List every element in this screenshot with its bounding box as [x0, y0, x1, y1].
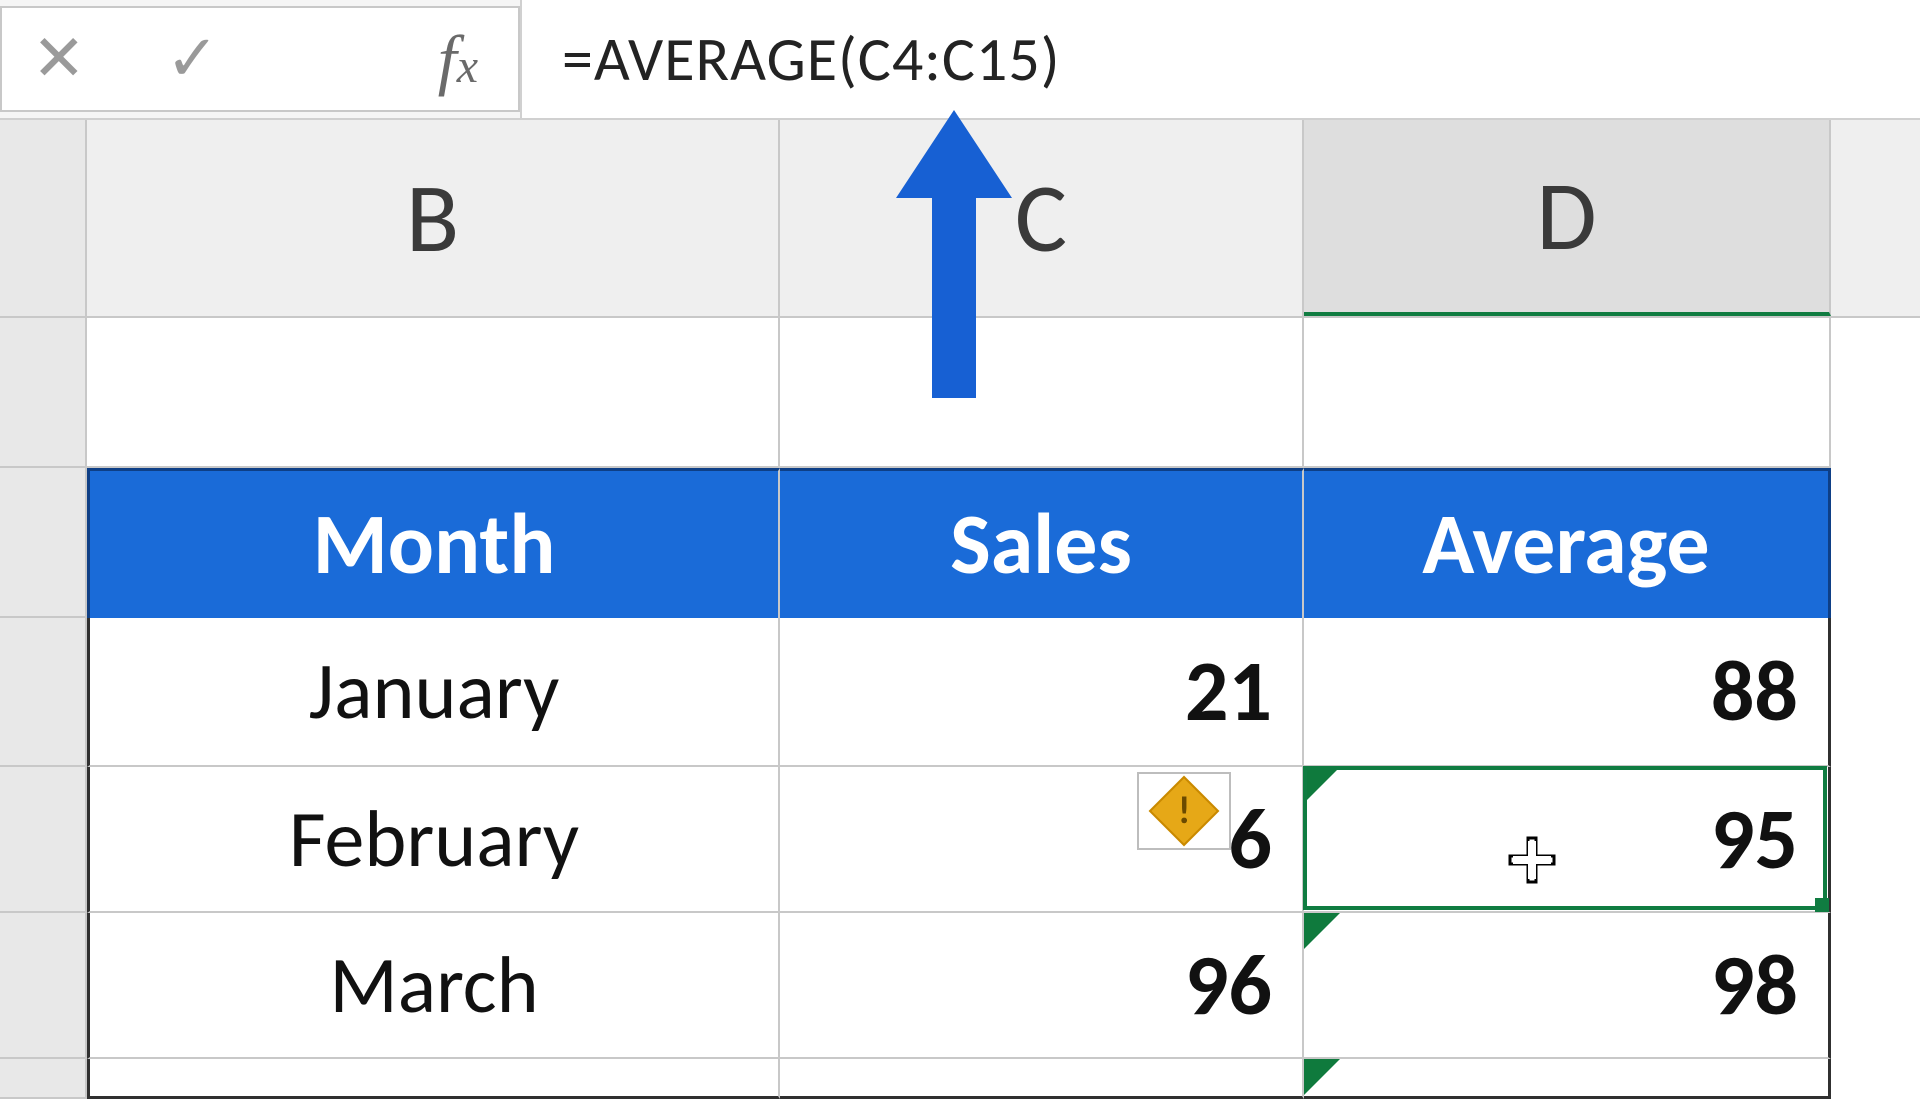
header-month[interactable]: Month	[87, 468, 780, 618]
table-row	[0, 1059, 1920, 1099]
table-row: March 96 98	[0, 913, 1920, 1059]
cell[interactable]	[1304, 1059, 1831, 1099]
cell-month[interactable]: March	[87, 913, 780, 1059]
select-all-corner[interactable]	[0, 120, 87, 316]
cell[interactable]	[780, 1059, 1304, 1099]
row-header[interactable]	[0, 618, 87, 767]
name-box[interactable]: ✕ ✓ fx	[0, 6, 520, 112]
table-row: February 6 95	[0, 767, 1920, 913]
cell-month[interactable]: February	[87, 767, 780, 913]
header-sales[interactable]: Sales	[780, 468, 1304, 618]
cell[interactable]	[780, 318, 1304, 468]
row-header[interactable]	[0, 767, 87, 913]
row-header[interactable]	[0, 1059, 87, 1099]
formula-input[interactable]: =AVERAGE(C4:C15)	[520, 0, 1920, 118]
cell[interactable]	[87, 1059, 780, 1099]
cell-month[interactable]: January	[87, 618, 780, 767]
column-header-C[interactable]: C	[780, 120, 1304, 316]
cell-sales[interactable]: 21	[780, 618, 1304, 767]
cell[interactable]	[87, 318, 780, 468]
table-row: January 21 88	[0, 618, 1920, 767]
column-header-D[interactable]: D	[1304, 120, 1831, 316]
table-header-row: Month Sales Average	[0, 468, 1920, 618]
cell[interactable]	[1304, 318, 1831, 468]
formula-bar: ✕ ✓ fx =AVERAGE(C4:C15)	[0, 0, 1920, 120]
row-header[interactable]	[0, 468, 87, 618]
row-header[interactable]	[0, 913, 87, 1059]
cell-average[interactable]: 95	[1304, 767, 1831, 913]
enter-icon[interactable]: ✓	[166, 20, 220, 98]
warning-icon: !	[1149, 776, 1220, 847]
error-smart-tag[interactable]: !	[1137, 772, 1231, 850]
column-header-B[interactable]: B	[87, 120, 780, 316]
cancel-icon[interactable]: ✕	[32, 20, 86, 98]
header-average[interactable]: Average	[1304, 468, 1831, 618]
error-triangle-icon	[1304, 913, 1340, 949]
cell-average[interactable]: 88	[1304, 618, 1831, 767]
annotation-arrow	[894, 110, 1014, 400]
cursor-cross-icon	[1508, 836, 1556, 884]
insert-function-icon[interactable]: fx	[438, 20, 478, 99]
row-header[interactable]	[0, 318, 87, 468]
error-triangle-icon	[1304, 1059, 1340, 1095]
error-triangle-icon	[1304, 767, 1340, 803]
cell-average[interactable]: 98	[1304, 913, 1831, 1059]
spreadsheet-grid: Month Sales Average January 21 88 Februa…	[0, 318, 1920, 1099]
cell-sales[interactable]: 96	[780, 913, 1304, 1059]
